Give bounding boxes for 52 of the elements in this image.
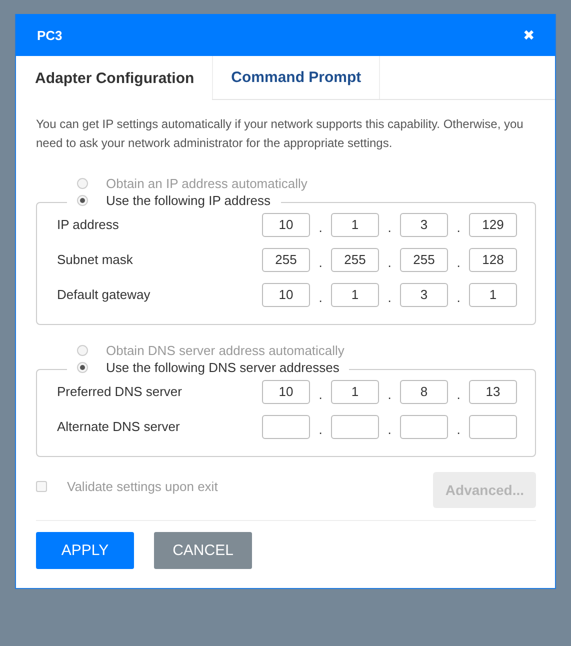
dot-separator: . [386, 421, 392, 437]
octet-field[interactable]: 10 [262, 380, 310, 404]
option-label: Use the following IP address [106, 193, 271, 208]
dot-separator: . [318, 289, 324, 305]
field-label: Subnet mask [57, 252, 133, 267]
field-label: IP address [57, 217, 119, 232]
octet-field[interactable]: 255 [262, 248, 310, 272]
field-label: Alternate DNS server [57, 419, 180, 434]
octet-field[interactable]: 1 [331, 212, 379, 236]
octet-field[interactable]: 10 [262, 282, 310, 306]
window-title: PC3 [37, 28, 62, 42]
close-button[interactable]: ✖ [523, 27, 535, 43]
octet-field[interactable]: 1 [469, 282, 517, 306]
octet-field[interactable]: 3 [400, 212, 448, 236]
intro-text: You can get IP settings automatically if your network supports this capability. Otherwise, you need to ask your network administrator for the appropriate settings. [36, 116, 524, 152]
dot-separator: . [456, 289, 462, 305]
option-label: Obtain an IP address automatically [106, 176, 308, 190]
octet-field[interactable] [331, 414, 379, 438]
dot-separator: . [386, 254, 392, 270]
octet-field[interactable]: 1 [331, 380, 379, 404]
octet-field[interactable]: 255 [331, 248, 379, 272]
octet-field[interactable]: 8 [400, 380, 448, 404]
dot-separator: . [318, 254, 324, 270]
octet-field[interactable]: 255 [400, 248, 448, 272]
dot-separator: . [318, 219, 324, 235]
tab[interactable]: Command Prompt [212, 56, 380, 99]
dot-separator: . [386, 289, 392, 305]
dot-separator: . [456, 254, 462, 270]
octet-field[interactable] [400, 414, 448, 438]
dot-separator: . [456, 421, 462, 437]
dot-separator: . [456, 386, 462, 402]
octet-field[interactable] [262, 414, 310, 438]
radio-button[interactable] [77, 195, 88, 206]
apply-button[interactable]: APPLY [36, 532, 134, 569]
dot-separator: . [386, 219, 392, 235]
dot-separator: . [386, 386, 392, 402]
octet-field[interactable]: 129 [469, 212, 517, 236]
octet-field[interactable]: 1 [331, 282, 379, 306]
field-label: Preferred DNS server [57, 384, 182, 399]
octet-field[interactable]: 13 [469, 380, 517, 404]
octet-field[interactable]: 3 [400, 282, 448, 306]
checkbox-label: Validate settings upon exit [67, 478, 218, 494]
option-label: Use the following DNS server addresses [106, 360, 340, 375]
radio-button[interactable] [77, 362, 88, 373]
octet-field[interactable]: 128 [469, 248, 517, 272]
dot-separator: . [456, 219, 462, 235]
field-label: Default gateway [57, 287, 150, 302]
dot-separator: . [318, 386, 324, 402]
octet-field[interactable] [469, 414, 517, 438]
octet-field[interactable]: 10 [262, 212, 310, 236]
option-label: Obtain DNS server address automatically [106, 342, 344, 358]
dot-separator: . [318, 421, 324, 437]
